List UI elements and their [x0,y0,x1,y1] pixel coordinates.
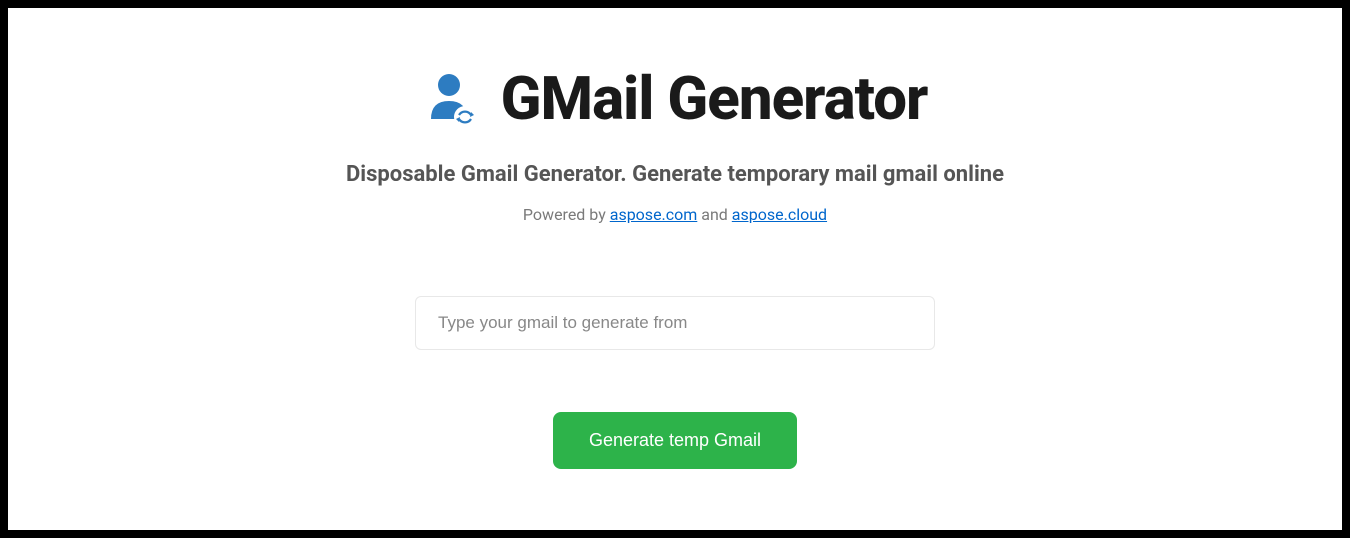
person-refresh-icon [423,71,479,127]
header: GMail Generator [423,63,928,134]
main-container: GMail Generator Disposable Gmail Generat… [8,8,1342,530]
gmail-input[interactable] [415,296,935,350]
generate-button[interactable]: Generate temp Gmail [553,412,797,469]
aspose-com-link[interactable]: aspose.com [610,205,698,224]
powered-prefix: Powered by [523,205,610,224]
powered-separator: and [697,205,732,224]
page-subtitle: Disposable Gmail Generator. Generate tem… [346,162,1004,187]
aspose-cloud-link[interactable]: aspose.cloud [732,205,827,224]
input-row [415,296,935,350]
powered-by-text: Powered by aspose.com and aspose.cloud [523,205,827,224]
page-title: GMail Generator [501,63,928,134]
